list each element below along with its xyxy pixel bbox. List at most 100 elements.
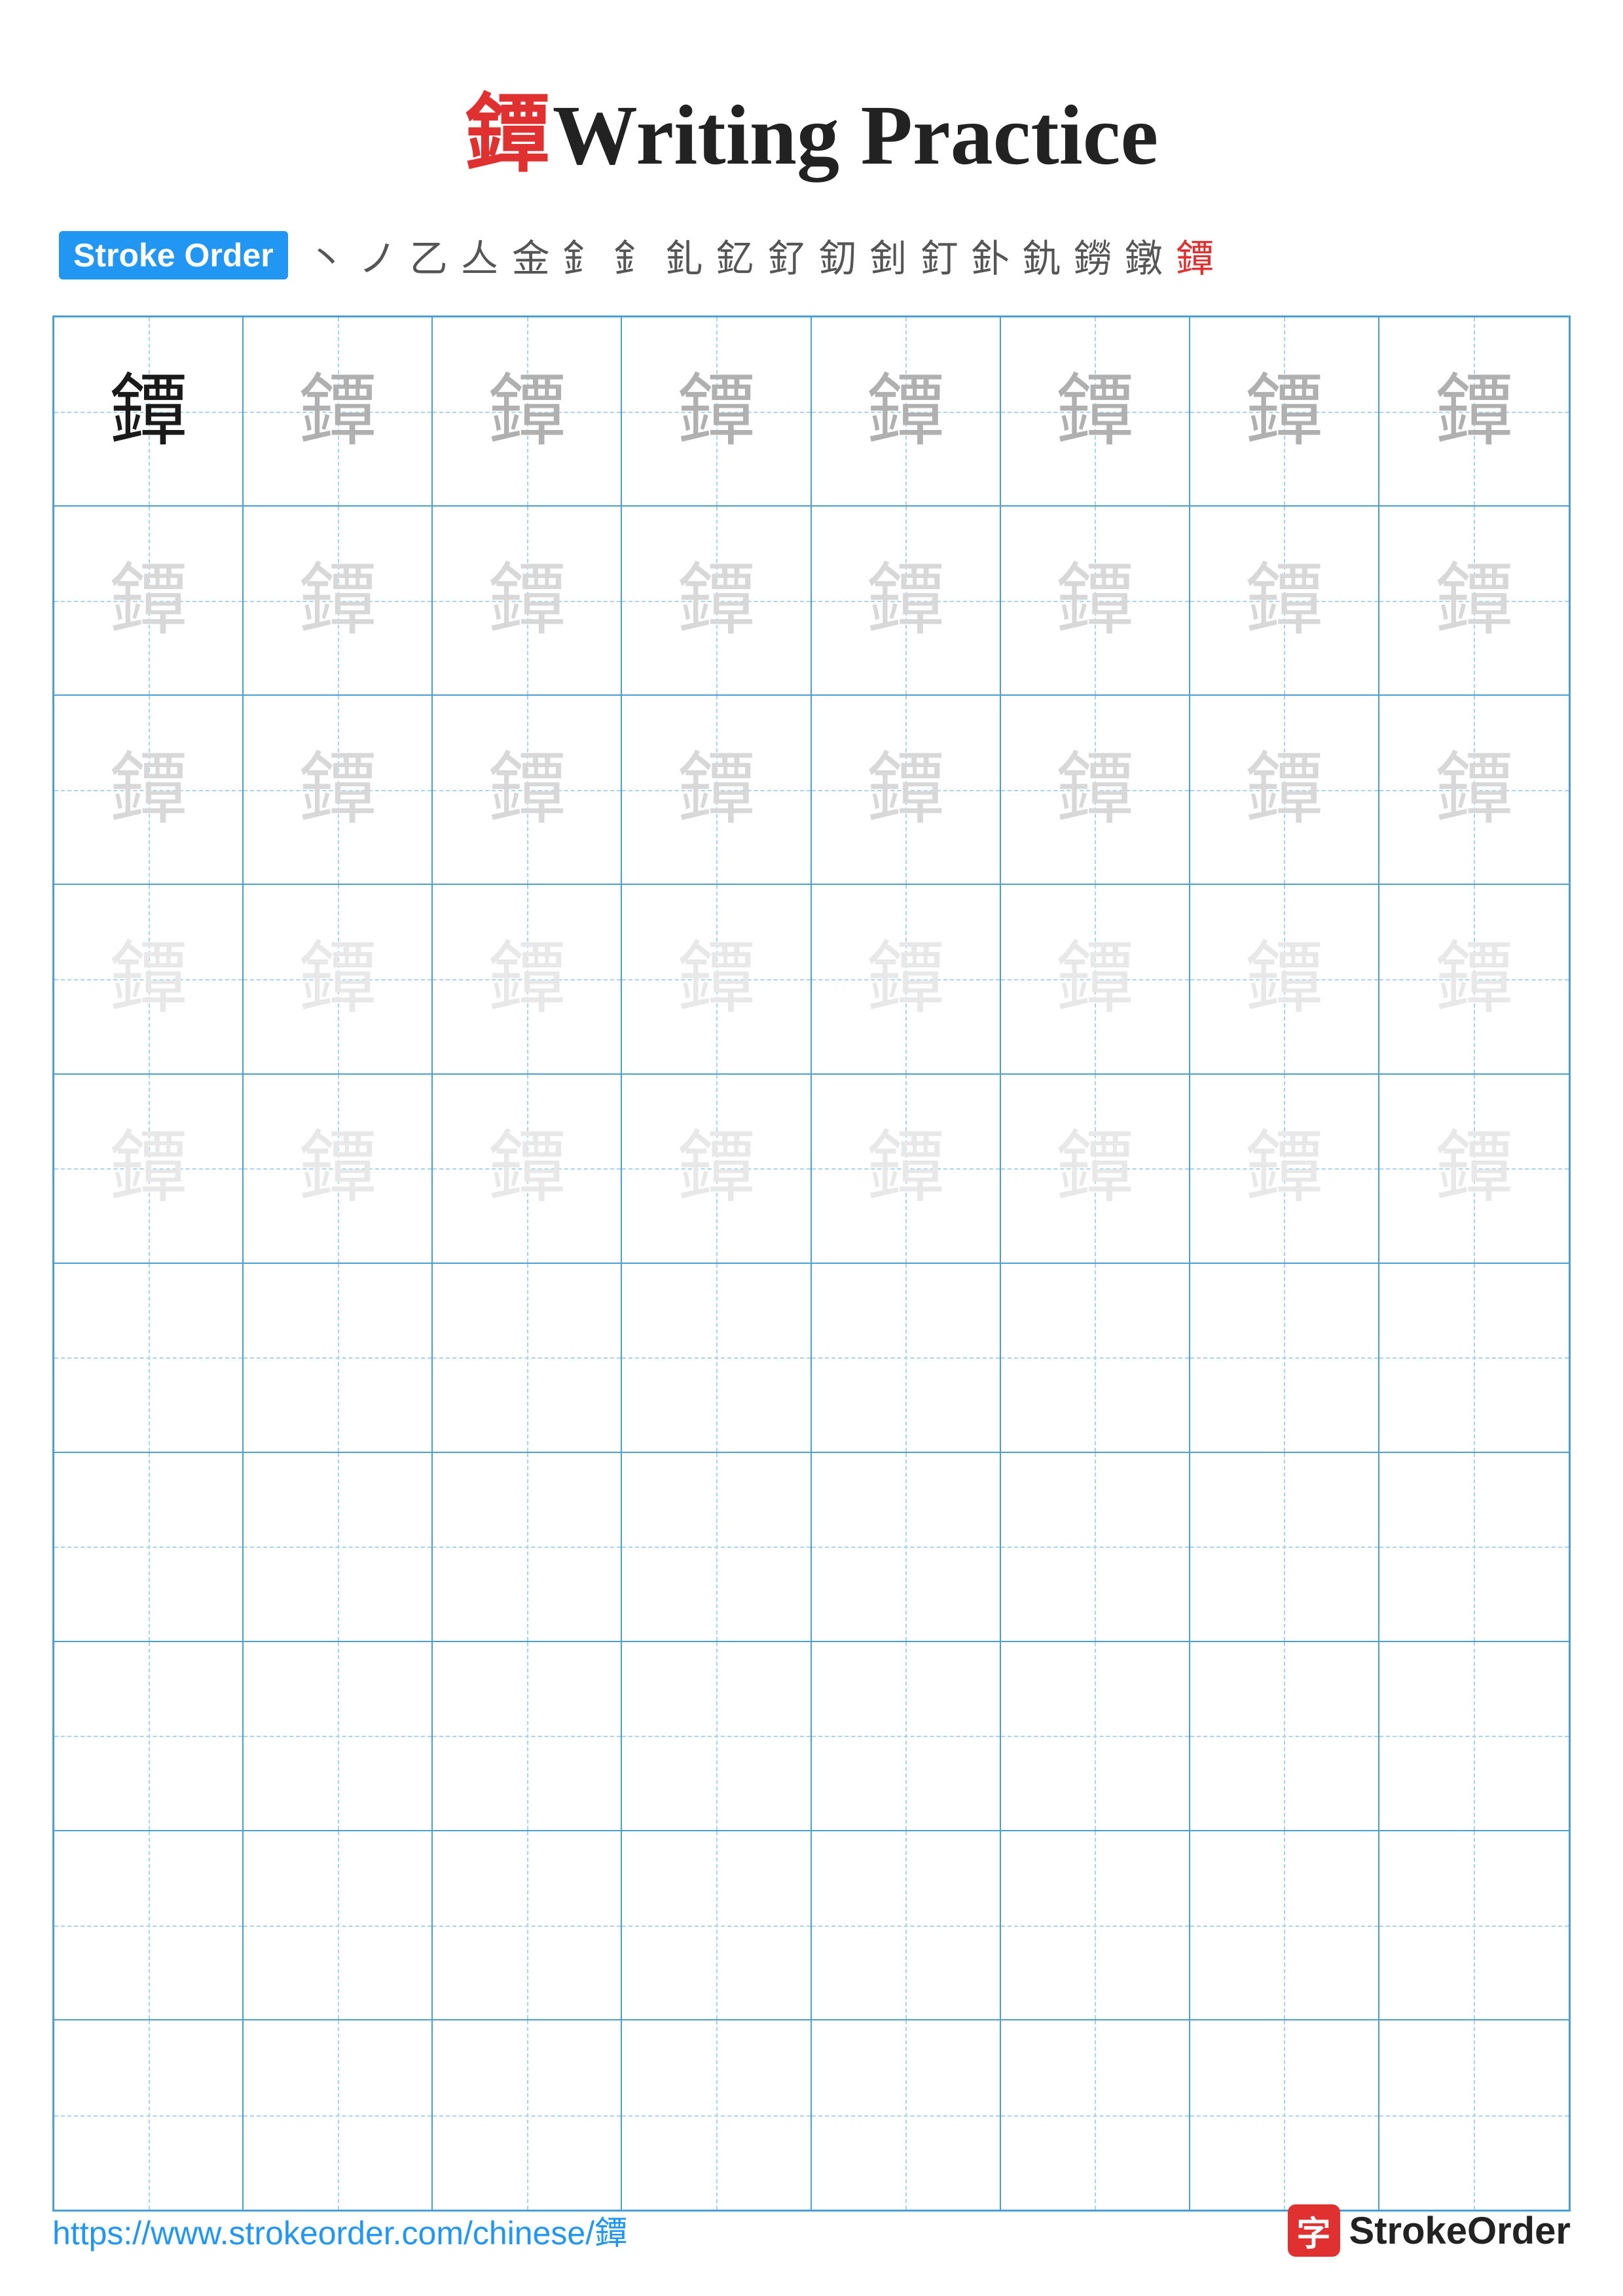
page-container: 鐔 Writing Practice Stroke Order 丶 ノ 乙 亼 … bbox=[0, 0, 1623, 2296]
grid-cell-7-7 bbox=[1190, 1453, 1379, 1642]
grid-row-8 bbox=[54, 1642, 1569, 1831]
grid-cell-3-2: 鐔 bbox=[244, 696, 433, 885]
grid-cell-8-8 bbox=[1379, 1642, 1569, 1831]
char-display: 鐔 bbox=[1434, 562, 1513, 640]
grid-cell-3-1: 鐔 bbox=[54, 696, 244, 885]
grid-cell-5-7: 鐔 bbox=[1190, 1075, 1379, 1264]
stroke-order-area: Stroke Order 丶 ノ 乙 亼 金 釒 釒 釓 釔 釕 釖 釗 釘 釙… bbox=[52, 228, 1571, 283]
char-display: 鐔 bbox=[1245, 372, 1323, 451]
grid-cell-2-1: 鐔 bbox=[54, 507, 244, 696]
grid-cell-8-5 bbox=[812, 1642, 1001, 1831]
char-display: 鐔 bbox=[1245, 751, 1323, 829]
grid-cell-1-6: 鐔 bbox=[1001, 317, 1190, 507]
grid-cell-2-2: 鐔 bbox=[244, 507, 433, 696]
grid-cell-6-5 bbox=[812, 1264, 1001, 1453]
char-display: 鐔 bbox=[1434, 372, 1513, 451]
grid-cell-6-8 bbox=[1379, 1264, 1569, 1453]
stroke-step-6: 釒 bbox=[563, 228, 601, 283]
char-display: 鐔 bbox=[866, 1129, 945, 1208]
grid-cell-4-1: 鐔 bbox=[54, 885, 244, 1074]
char-display: 鐔 bbox=[677, 751, 756, 829]
grid-cell-2-8: 鐔 bbox=[1379, 507, 1569, 696]
stroke-step-8: 釓 bbox=[665, 228, 703, 283]
stroke-step-4: 亼 bbox=[461, 228, 499, 283]
char-display: 鐔 bbox=[488, 562, 566, 640]
grid-cell-3-4: 鐔 bbox=[622, 696, 811, 885]
char-display: 鐔 bbox=[488, 1129, 566, 1208]
grid-cell-5-8: 鐔 bbox=[1379, 1075, 1569, 1264]
grid-cell-7-3 bbox=[433, 1453, 622, 1642]
grid-cell-8-7 bbox=[1190, 1642, 1379, 1831]
grid-cell-10-4 bbox=[622, 2020, 811, 2210]
grid-cell-1-1: 鐔 bbox=[54, 317, 244, 507]
char-display: 鐔 bbox=[299, 1129, 377, 1208]
grid-cell-8-2 bbox=[244, 1642, 433, 1831]
stroke-step-17: 鐓 bbox=[1125, 228, 1163, 283]
char-display: 鐔 bbox=[109, 562, 188, 640]
grid-cell-7-2 bbox=[244, 1453, 433, 1642]
grid-cell-10-1 bbox=[54, 2020, 244, 2210]
grid-cell-6-2 bbox=[244, 1264, 433, 1453]
grid-cell-4-7: 鐔 bbox=[1190, 885, 1379, 1074]
char-display: 鐔 bbox=[866, 562, 945, 640]
grid-row-10 bbox=[54, 2020, 1569, 2210]
char-display: 鐔 bbox=[677, 1129, 756, 1208]
char-display: 鐔 bbox=[299, 940, 377, 1018]
grid-cell-4-2: 鐔 bbox=[244, 885, 433, 1074]
grid-cell-10-8 bbox=[1379, 2020, 1569, 2210]
grid-row-1: 鐔 鐔 鐔 鐔 鐔 鐔 鐔 鐔 bbox=[54, 317, 1569, 507]
grid-cell-7-8 bbox=[1379, 1453, 1569, 1642]
char-display: 鐔 bbox=[677, 372, 756, 451]
grid-cell-6-7 bbox=[1190, 1264, 1379, 1453]
grid-cell-3-7: 鐔 bbox=[1190, 696, 1379, 885]
grid-cell-3-5: 鐔 bbox=[812, 696, 1001, 885]
grid-cell-1-7: 鐔 bbox=[1190, 317, 1379, 507]
grid-cell-7-4 bbox=[622, 1453, 811, 1642]
char-display: 鐔 bbox=[488, 940, 566, 1018]
grid-cell-3-3: 鐔 bbox=[433, 696, 622, 885]
char-display: 鐔 bbox=[866, 940, 945, 1018]
char-display: 鐔 bbox=[1434, 940, 1513, 1018]
grid-cell-8-3 bbox=[433, 1642, 622, 1831]
char-display: 鐔 bbox=[1245, 562, 1323, 640]
grid-cell-6-4 bbox=[622, 1264, 811, 1453]
char-display: 鐔 bbox=[488, 372, 566, 451]
grid-row-6 bbox=[54, 1264, 1569, 1453]
grid-cell-4-8: 鐔 bbox=[1379, 885, 1569, 1074]
grid-cell-3-6: 鐔 bbox=[1001, 696, 1190, 885]
grid-cell-3-8: 鐔 bbox=[1379, 696, 1569, 885]
char-display: 鐔 bbox=[677, 940, 756, 1018]
grid-cell-9-7 bbox=[1190, 1831, 1379, 2020]
grid-row-7 bbox=[54, 1453, 1569, 1642]
char-display: 鐔 bbox=[866, 372, 945, 451]
grid-cell-5-6: 鐔 bbox=[1001, 1075, 1190, 1264]
char-display: 鐔 bbox=[1055, 940, 1134, 1018]
grid-cell-1-8: 鐔 bbox=[1379, 317, 1569, 507]
grid-cell-7-6 bbox=[1001, 1453, 1190, 1642]
stroke-step-14: 釙 bbox=[972, 228, 1010, 283]
grid-row-2: 鐔 鐔 鐔 鐔 鐔 鐔 鐔 鐔 bbox=[54, 507, 1569, 696]
char-display: 鐔 bbox=[299, 751, 377, 829]
char-display: 鐔 bbox=[1434, 751, 1513, 829]
stroke-step-7: 釒 bbox=[614, 228, 652, 283]
brand-icon: 字 bbox=[1288, 2204, 1340, 2257]
grid-cell-6-6 bbox=[1001, 1264, 1190, 1453]
grid-cell-8-6 bbox=[1001, 1642, 1190, 1831]
stroke-step-9: 釔 bbox=[716, 228, 754, 283]
grid-cell-6-3 bbox=[433, 1264, 622, 1453]
title-area: 鐔 Writing Practice bbox=[52, 65, 1571, 188]
footer-url[interactable]: https://www.strokeorder.com/chinese/鐔 bbox=[52, 2207, 627, 2254]
grid-cell-1-4: 鐔 bbox=[622, 317, 811, 507]
stroke-step-11: 釖 bbox=[818, 228, 856, 283]
footer-brand: 字 StrokeOrder bbox=[1288, 2204, 1571, 2257]
grid-cell-6-1 bbox=[54, 1264, 244, 1453]
char-display: 鐔 bbox=[299, 372, 377, 451]
grid-cell-2-7: 鐔 bbox=[1190, 507, 1379, 696]
char-display: 鐔 bbox=[109, 372, 188, 451]
stroke-step-2: ノ bbox=[359, 228, 397, 283]
grid-cell-5-2: 鐔 bbox=[244, 1075, 433, 1264]
grid-cell-4-5: 鐔 bbox=[812, 885, 1001, 1074]
grid-row-4: 鐔 鐔 鐔 鐔 鐔 鐔 鐔 鐔 bbox=[54, 885, 1569, 1074]
char-display: 鐔 bbox=[1055, 751, 1134, 829]
char-display: 鐔 bbox=[488, 751, 566, 829]
